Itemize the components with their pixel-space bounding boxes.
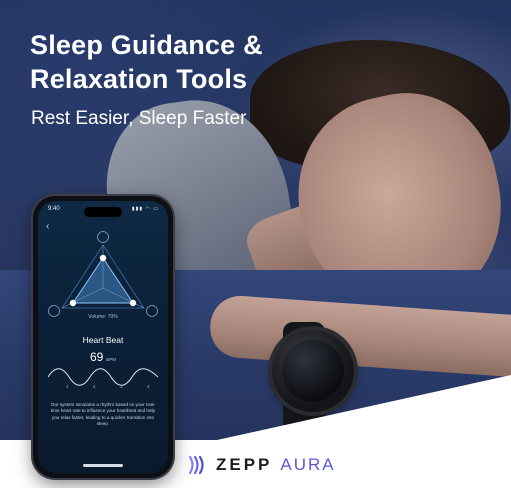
radar-handle-top xyxy=(99,254,107,262)
brand-product: AURA xyxy=(280,455,336,474)
headline-line-1: Sleep Guidance & xyxy=(30,30,263,60)
headline: Sleep Guidance & Relaxation Tools xyxy=(30,28,360,96)
bpm-value: 69 xyxy=(89,350,104,364)
subheadline: Rest Easier, Sleep Faster xyxy=(31,108,247,129)
radar-handle-left xyxy=(69,299,77,307)
logo-arc-1 xyxy=(188,455,194,475)
logo-arc-2 xyxy=(193,455,199,475)
status-icons: ▮▮▮ ◠ ▭ xyxy=(131,206,159,212)
zepp-aura-logo-icon xyxy=(188,455,204,475)
bpm-unit: BPM xyxy=(106,357,117,362)
brand-name: ZEPP xyxy=(216,455,273,474)
smartwatch-screen xyxy=(282,340,344,402)
home-indicator xyxy=(83,464,123,467)
heartbeat-wave-line xyxy=(48,368,158,386)
brand-lockup: ZEPP AURA xyxy=(186,452,336,478)
radar-handle-right xyxy=(129,299,137,307)
headline-line-2: Relaxation Tools xyxy=(30,64,248,94)
beat-marker: 2 xyxy=(93,384,96,389)
volume-label: Volume: 70% xyxy=(88,314,118,320)
status-time: 9:40 xyxy=(48,206,60,212)
heart-beat-title: Heart Beat xyxy=(82,335,124,345)
heart-beat-description: Our system simulates a rhythm based on y… xyxy=(50,402,156,427)
phone-screen: 9:40 ▮▮▮ ◠ ▭ ‹ Volume: 70% Heart Beat 69… xyxy=(38,201,168,473)
beat-marker: 4 xyxy=(147,384,150,389)
relaxation-radar xyxy=(48,231,158,317)
beat-marker: 1 xyxy=(66,384,69,389)
dynamic-island xyxy=(84,207,122,217)
phone-mockup: 9:40 ▮▮▮ ◠ ▭ ‹ Volume: 70% Heart Beat 69… xyxy=(33,196,173,478)
ear-icon xyxy=(97,231,109,243)
heartbeat-wave: 1 2 3 4 xyxy=(48,368,158,389)
logo-arc-3 xyxy=(198,455,204,475)
